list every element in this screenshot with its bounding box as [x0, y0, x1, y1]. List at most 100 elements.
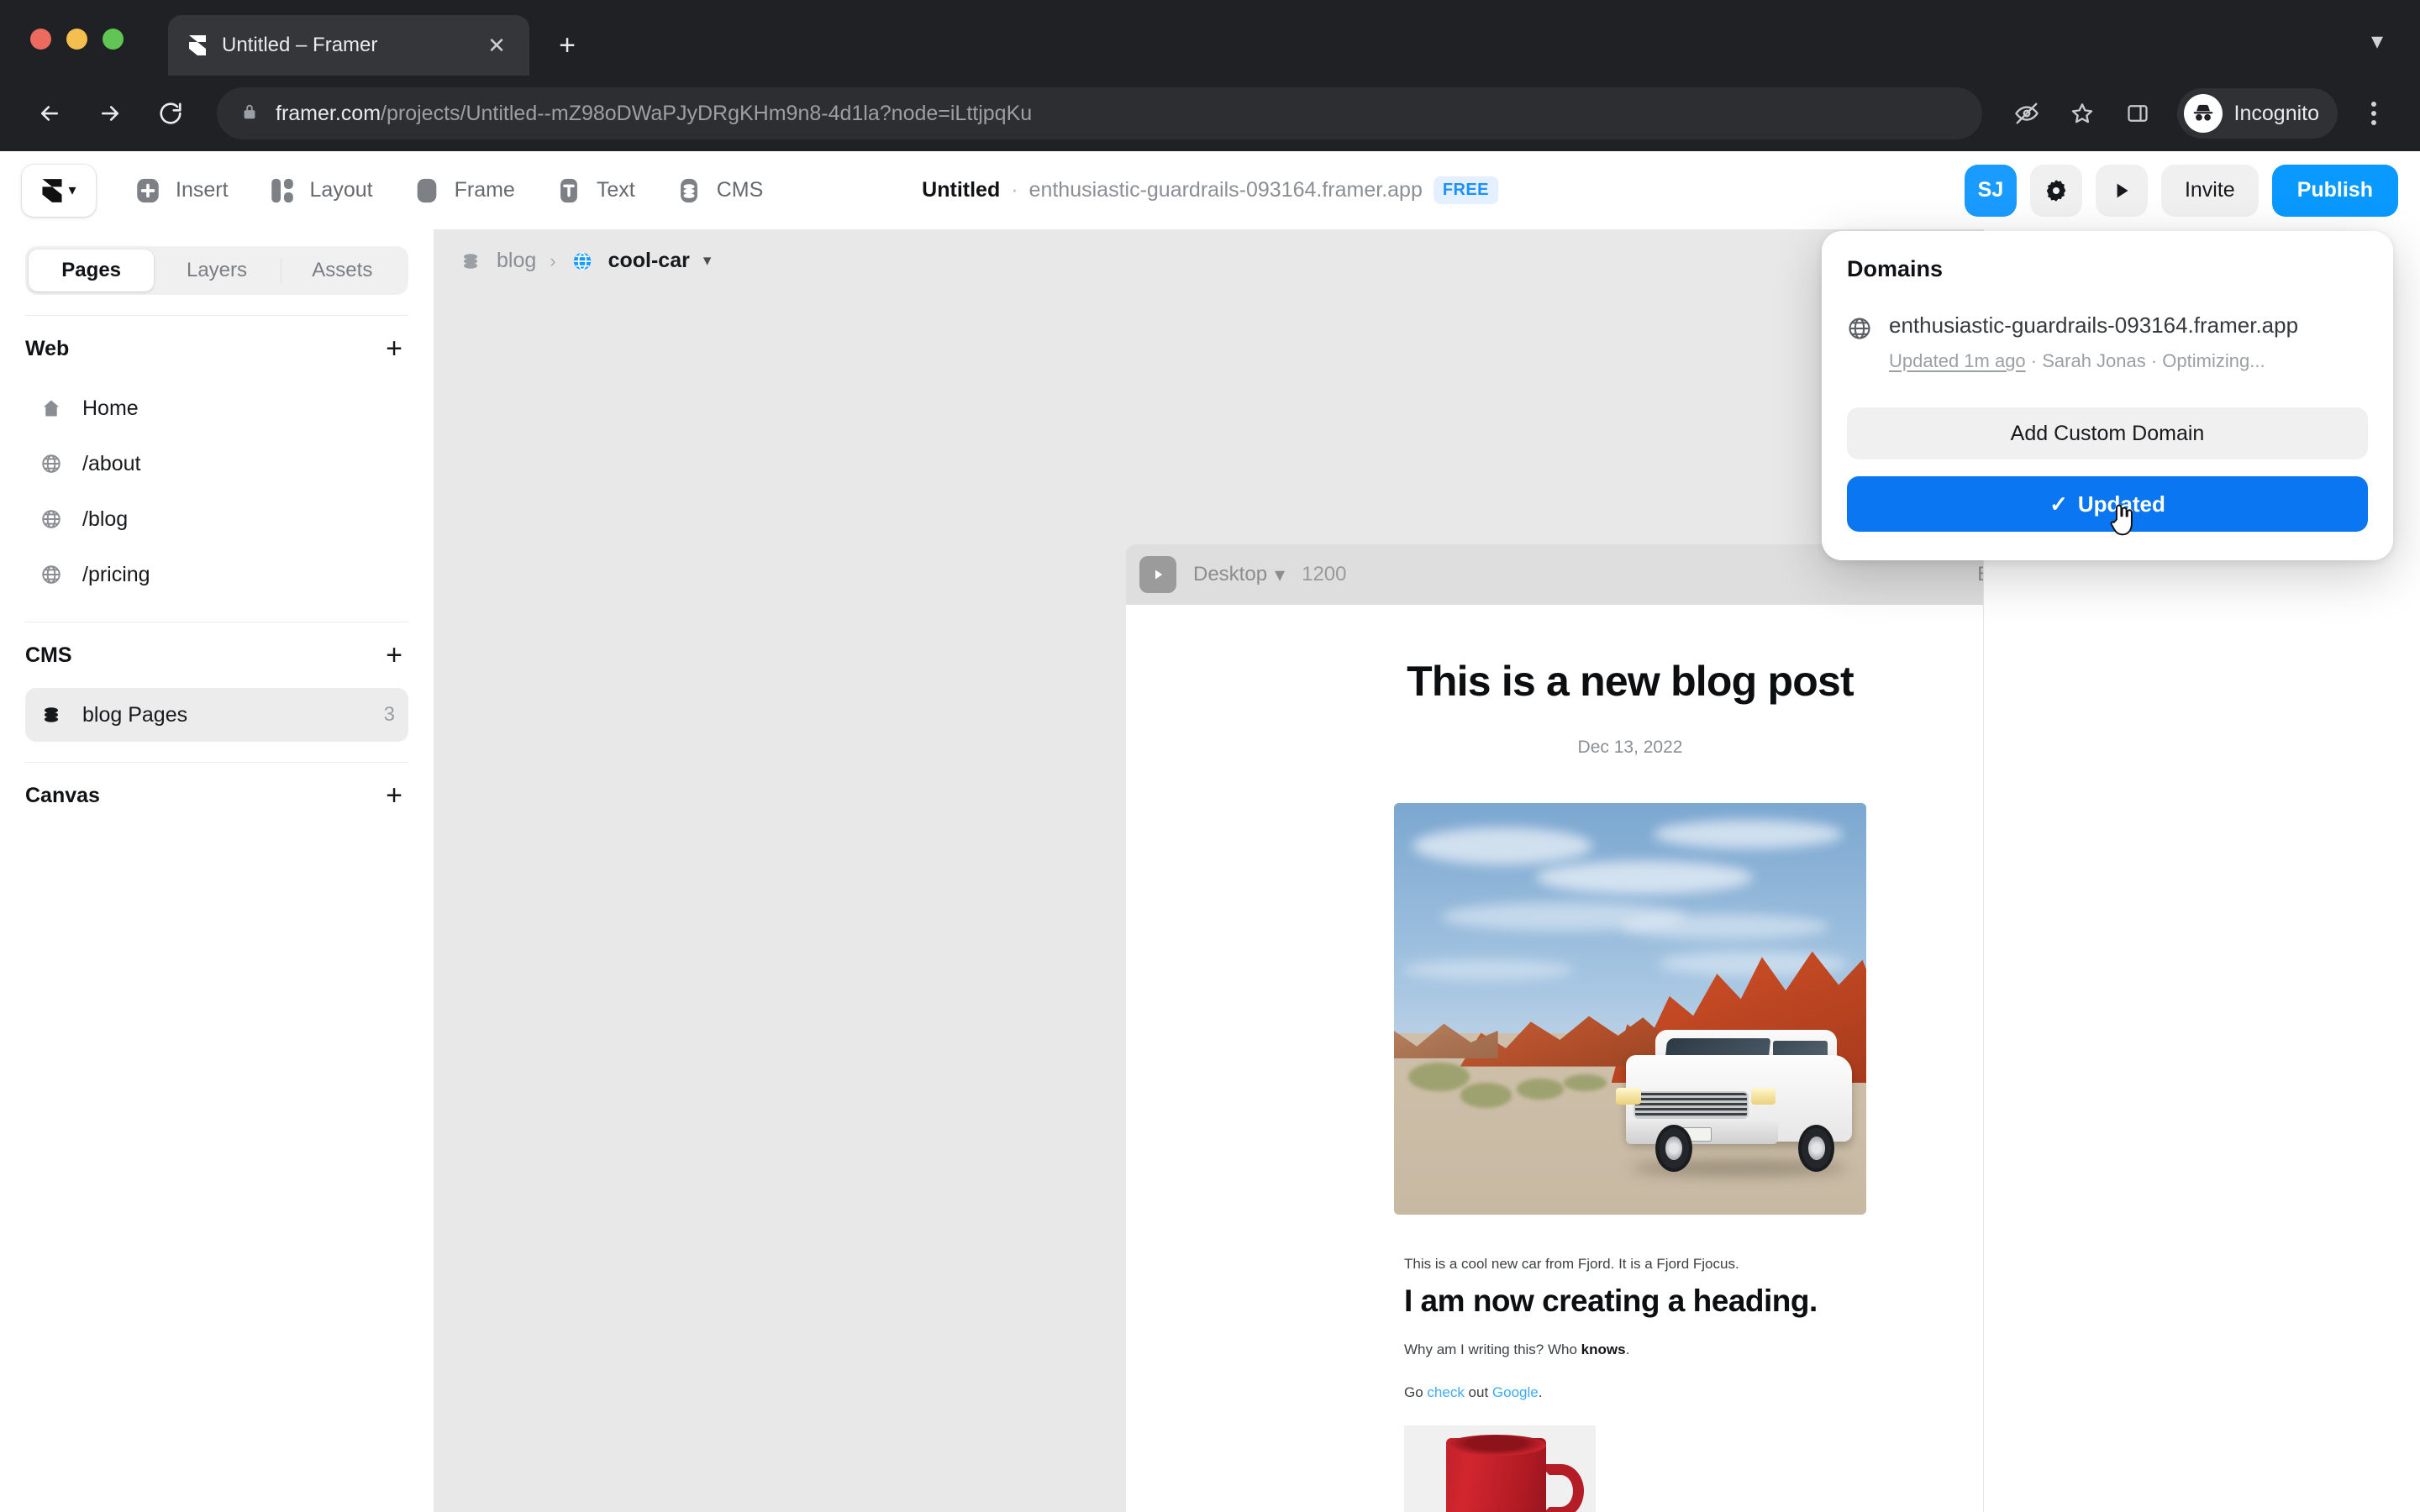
page-row-about[interactable]: /about [25, 437, 408, 491]
paragraph-3-pre: Go [1404, 1383, 1428, 1400]
post-paragraph-1: This is a cool new car from Fjord. It is… [1404, 1256, 1739, 1272]
address-path: /projects/Untitled--mZ98oDWaPJyDRgKHm9n8… [381, 101, 1033, 125]
add-custom-domain-button[interactable]: Add Custom Domain [1847, 407, 2368, 459]
tab-layers[interactable]: Layers [154, 249, 279, 291]
page-row-pricing[interactable]: /pricing [25, 548, 408, 601]
title-separator: · [1011, 178, 1018, 202]
link-google[interactable]: Google [1492, 1384, 1539, 1400]
check-icon: ✓ [2049, 491, 2068, 517]
plus-icon[interactable]: + [380, 781, 408, 810]
toolbar-item-text[interactable]: Text [549, 169, 639, 213]
document-title-bar: Untitled · enthusiastic-guardrails-09316… [922, 176, 1498, 204]
page-label: /about [82, 451, 141, 475]
maximize-window-button[interactable] [103, 29, 124, 50]
star-icon[interactable] [2058, 89, 2107, 138]
post-heading-2: I am now creating a heading. [1404, 1284, 1818, 1319]
framer-toolbar: ▾ Insert Layout Frame Text CMS Untitled … [0, 151, 2420, 229]
play-icon[interactable] [2095, 164, 2148, 217]
toolbar-item-insert[interactable]: Insert [128, 169, 232, 213]
browser-tab-title: Untitled – Framer [222, 34, 378, 56]
frame-device-select[interactable]: Desktop ▾ [1193, 563, 1285, 587]
frame-width[interactable]: 1200 [1302, 563, 1346, 586]
chevron-down-icon[interactable]: ▾ [703, 251, 712, 270]
link-check[interactable]: check [1427, 1384, 1464, 1400]
kebab-menu-icon[interactable] [2351, 91, 2396, 136]
breadcrumb-collection[interactable]: blog [497, 249, 536, 273]
paragraph-2-post: . [1625, 1341, 1630, 1358]
post-date: Dec 13, 2022 [1577, 738, 1683, 757]
text-T-icon [552, 174, 586, 207]
back-arrow-icon[interactable] [24, 87, 76, 139]
side-panel-icon[interactable] [2113, 89, 2162, 138]
document-name[interactable]: Untitled [922, 178, 1000, 202]
publish-button[interactable]: Publish [2271, 164, 2398, 217]
forward-arrow-icon[interactable] [84, 87, 136, 139]
section-title: Canvas [25, 783, 100, 807]
new-tab-button[interactable]: + [544, 23, 590, 68]
globe-icon [1847, 316, 1874, 343]
window-traffic-lights [30, 29, 124, 50]
page-row-home[interactable]: Home [25, 381, 408, 435]
plus-icon[interactable]: + [380, 641, 408, 669]
domain-entry[interactable]: enthusiastic-guardrails-093164.framer.ap… [1847, 312, 2368, 372]
canvas-area[interactable]: blog › cool-car ▾ + Desktop [434, 229, 1983, 1512]
play-icon[interactable] [1139, 556, 1176, 593]
home-icon [39, 396, 64, 421]
incognito-profile-button[interactable]: Incognito [2176, 88, 2338, 139]
breadcrumb-entry[interactable]: cool-car [608, 249, 690, 273]
section-header-canvas: Canvas + [25, 763, 408, 828]
section-header-web: Web + [25, 316, 408, 381]
chevron-down-icon[interactable]: ▾ [2371, 27, 2383, 55]
globe-icon [39, 562, 64, 587]
toolbar-item-frame[interactable]: Frame [407, 169, 518, 213]
toolbar-item-cms[interactable]: CMS [669, 169, 767, 213]
address-bar-url: framer.com/projects/Untitled--mZ98oDWaPJ… [276, 102, 1032, 126]
avatar[interactable]: SJ [1964, 164, 2017, 217]
artboard[interactable]: This is a new blog post Dec 13, 2022 Thi… [1126, 605, 1983, 1512]
frame-wrapper: Desktop ▾ 1200 Breakpoint + This is a ne… [1126, 544, 1983, 1512]
address-host: framer.com [276, 101, 381, 125]
tab-assets[interactable]: Assets [280, 249, 405, 291]
plus-icon[interactable]: + [380, 334, 408, 363]
breakpoint-label: Breakpoint [1977, 563, 1983, 586]
car-illustration [1612, 1029, 1857, 1175]
toolbar-item-label: Text [596, 178, 635, 202]
address-bar[interactable]: framer.com/projects/Untitled--mZ98oDWaPJ… [217, 87, 1982, 139]
incognito-label: Incognito [2233, 101, 2319, 125]
popover-title: Domains [1847, 256, 1944, 281]
toolbar-item-layout[interactable]: Layout [262, 169, 376, 213]
breadcrumb-separator: › [550, 249, 556, 271]
invite-button[interactable]: Invite [2160, 164, 2259, 217]
browser-tab[interactable]: Untitled – Framer ✕ [168, 15, 529, 76]
page-title: This is a new blog post [1407, 658, 1854, 705]
paragraph-3-post: . [1538, 1383, 1543, 1400]
chevron-down-icon: ▾ [68, 181, 76, 198]
domain-name: enthusiastic-guardrails-093164.framer.ap… [1889, 312, 2299, 338]
minimize-window-button[interactable] [66, 29, 87, 50]
pointing-hand-cursor-icon [2106, 501, 2139, 548]
toolbar-item-label: CMS [716, 178, 764, 202]
updated-button[interactable]: ✓ Updated [1847, 476, 2368, 536]
browser-tab-strip: Untitled – Framer ✕ + ▾ [0, 0, 2420, 76]
left-panel: Pages Layers Assets Web + Home /about /b… [0, 229, 434, 1512]
hero-image [1394, 803, 1866, 1215]
tab-pages[interactable]: Pages [29, 249, 155, 291]
browser-window: Untitled – Framer ✕ + ▾ framer.com/proje… [0, 0, 2420, 1512]
plan-badge[interactable]: FREE [1433, 176, 1498, 204]
gear-icon[interactable] [2029, 164, 2082, 217]
reload-icon[interactable] [145, 87, 197, 139]
paragraph-3-mid: out [1464, 1383, 1492, 1400]
eye-off-icon[interactable] [2002, 89, 2051, 138]
cms-row-blog-pages[interactable]: blog Pages 3 [25, 688, 408, 742]
plus-square-icon [131, 174, 165, 207]
section-title: Web [25, 336, 70, 360]
close-window-button[interactable] [30, 29, 51, 50]
framer-menu-button[interactable]: ▾ [22, 164, 96, 217]
omnibar-icons: Incognito [2002, 88, 2396, 139]
page-row-blog[interactable]: /blog [25, 492, 408, 546]
domain-meta: Updated 1m ago · Sarah Jonas · Optimizin… [1889, 350, 2298, 372]
document-domain[interactable]: enthusiastic-guardrails-093164.framer.ap… [1029, 178, 1423, 202]
page-label: Home [82, 396, 139, 420]
domain-updated-time[interactable]: Updated 1m ago [1889, 350, 2026, 371]
close-icon[interactable]: ✕ [482, 31, 511, 60]
